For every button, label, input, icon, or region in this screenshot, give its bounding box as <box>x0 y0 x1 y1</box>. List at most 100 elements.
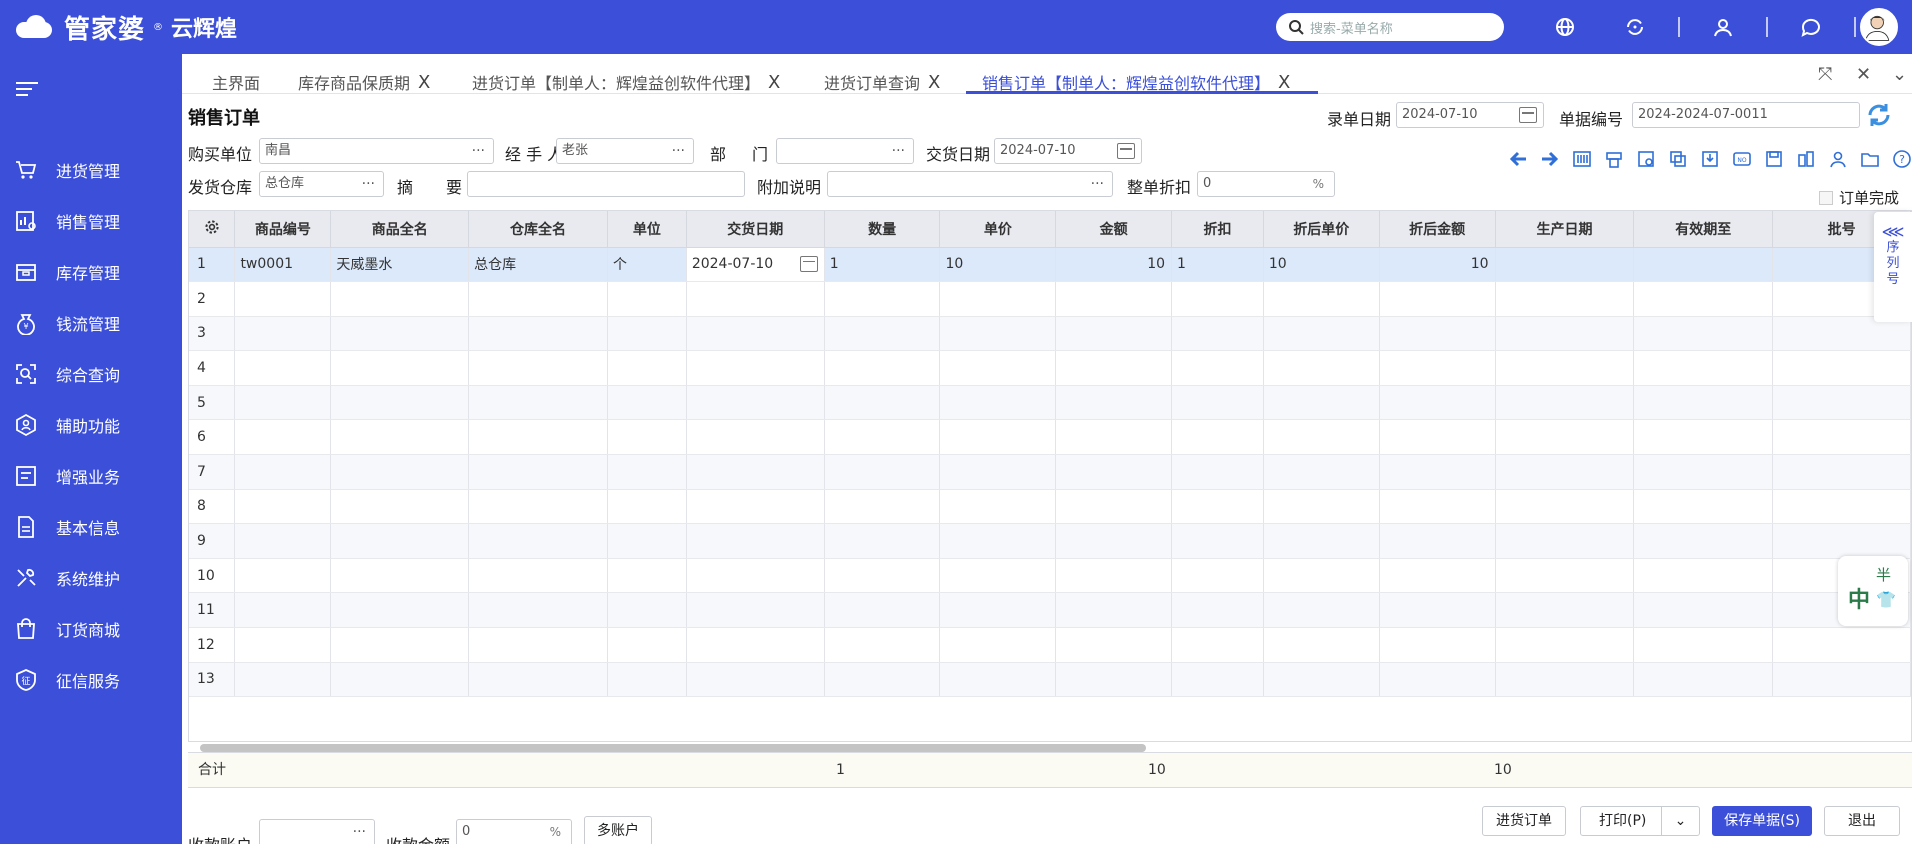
fullscreen-icon[interactable]: ⤧ <box>1818 64 1832 85</box>
checkbox-box[interactable] <box>1819 190 1833 205</box>
app-logo[interactable]: 管家婆 ® 云辉煌 <box>12 10 237 45</box>
ledger-icon[interactable] <box>1790 144 1822 174</box>
cell-name[interactable]: 天威墨水 <box>330 247 470 283</box>
account-field[interactable]: ··· <box>259 819 375 844</box>
tab-close-icon[interactable]: X <box>1278 72 1290 93</box>
copy-icon[interactable] <box>1662 144 1694 174</box>
doc-no-field[interactable]: 2024-2024-07-0011 <box>1632 102 1860 128</box>
user-service-icon[interactable] <box>1708 12 1738 42</box>
horizontal-scrollbar[interactable] <box>200 742 1900 752</box>
calendar-icon[interactable] <box>1519 107 1537 123</box>
scrollbar-thumb[interactable] <box>200 744 1146 752</box>
more-dots-icon[interactable]: ··· <box>472 139 485 163</box>
column-header[interactable]: 数量 <box>824 211 941 248</box>
sidebar-item-enhanced[interactable]: 增强业务 <box>0 450 182 501</box>
buyer-field[interactable]: 南昌 ··· <box>259 138 494 164</box>
cell-expiry-date[interactable] <box>1633 247 1774 283</box>
more-dots-icon[interactable]: ··· <box>353 820 366 844</box>
save-button[interactable]: 保存单据(S) <box>1712 806 1812 836</box>
entry-date-field[interactable]: 2024-07-10 <box>1396 102 1544 128</box>
tab-purchase-order[interactable]: 进货订单【制单人：辉煌益创软件代理】 X <box>472 70 780 94</box>
ime-widget[interactable]: 中 半 👕 <box>1838 556 1908 626</box>
column-header[interactable]: 交货日期 <box>686 211 825 248</box>
cell-discount-price[interactable]: 10 <box>1263 247 1380 283</box>
column-header[interactable]: 折后金额 <box>1379 211 1496 248</box>
sidebar-item-cashflow[interactable]: ¥ 钱流管理 <box>0 297 182 348</box>
summary-field[interactable] <box>467 171 745 197</box>
import-icon[interactable] <box>1694 144 1726 174</box>
sidebar-item-mall[interactable]: 订货商城 <box>0 603 182 654</box>
table-row[interactable]: 6 <box>189 419 1911 456</box>
column-settings-gear-icon[interactable] <box>189 211 236 248</box>
cell-warehouse[interactable]: 总仓库 <box>468 247 608 283</box>
column-header[interactable]: 折扣 <box>1171 211 1264 248</box>
sidebar-item-query[interactable]: 综合查询 <box>0 348 182 399</box>
table-row[interactable]: 13 <box>189 662 1911 698</box>
save-disk-icon[interactable] <box>1758 144 1790 174</box>
cell-discount[interactable]: 1 <box>1171 247 1264 283</box>
help-icon[interactable]: ? <box>1886 144 1912 174</box>
sidebar-item-purchase[interactable]: 进货管理 <box>0 144 182 195</box>
ime-mode-chinese[interactable]: 中 <box>1848 582 1870 614</box>
table-row[interactable]: 9 <box>189 523 1911 559</box>
settings-doc-icon[interactable] <box>1630 144 1662 174</box>
refresh-icon[interactable] <box>1864 100 1894 130</box>
purchase-order-button[interactable]: 进货订单 <box>1482 806 1566 836</box>
table-row[interactable]: 4 <box>189 350 1911 386</box>
column-header[interactable]: 商品编号 <box>234 211 332 248</box>
dept-field[interactable]: ··· <box>776 138 914 164</box>
tab-close-icon[interactable]: X <box>768 72 780 93</box>
ime-mode-half-width[interactable]: 半 <box>1876 564 1891 585</box>
handler-field[interactable]: 老张 ··· <box>556 138 694 164</box>
more-dots-icon[interactable]: ··· <box>1091 172 1104 196</box>
sidebar-item-inventory[interactable]: 库存管理 <box>0 246 182 297</box>
cell-qty[interactable]: 1 <box>824 247 941 283</box>
print-button[interactable]: 打印(P) ⌄ <box>1580 806 1700 836</box>
arrow-left-icon[interactable] <box>1502 144 1534 174</box>
menu-search-input[interactable]: 搜索-菜单名称 <box>1276 13 1504 41</box>
more-dots-icon[interactable]: ··· <box>362 172 375 196</box>
column-header[interactable]: 金额 <box>1055 211 1173 248</box>
column-header[interactable]: 生产日期 <box>1495 211 1635 248</box>
table-row[interactable]: 12 <box>189 627 1911 663</box>
column-header[interactable]: 单位 <box>607 211 687 248</box>
warehouse-field[interactable]: 总仓库 ··· <box>259 171 384 197</box>
order-complete-checkbox[interactable]: 订单完成 <box>1819 187 1899 208</box>
extra-field[interactable]: ··· <box>827 171 1113 197</box>
calendar-icon[interactable] <box>1117 143 1135 159</box>
cell-amount[interactable]: 10 <box>1055 247 1173 283</box>
cell-code[interactable]: tw0001 <box>234 247 332 283</box>
printer-icon[interactable] <box>1598 144 1630 174</box>
tab-inventory-expiry[interactable]: 库存商品保质期 X <box>298 70 430 94</box>
chevron-down-icon[interactable]: ⌄ <box>1661 807 1699 835</box>
cell-unit[interactable]: 个 <box>607 247 687 283</box>
sidebar-item-sales[interactable]: 销售管理 <box>0 195 182 246</box>
column-header[interactable]: 商品全名 <box>330 211 470 248</box>
chat-message-icon[interactable] <box>1796 12 1826 42</box>
person-icon[interactable] <box>1822 144 1854 174</box>
close-window-icon[interactable]: ✕ <box>1856 64 1871 85</box>
table-row[interactable]: 1 tw0001 天威墨水 总仓库 个 2024-07-10 1 10 10 1… <box>189 247 1911 283</box>
more-dots-icon[interactable]: ··· <box>672 139 685 163</box>
table-row[interactable]: 2 <box>189 281 1911 317</box>
column-header[interactable]: 有效期至 <box>1633 211 1774 248</box>
more-dots-icon[interactable]: ··· <box>892 139 905 163</box>
column-header[interactable]: 折后单价 <box>1263 211 1380 248</box>
tab-close-icon[interactable]: X <box>928 72 940 93</box>
sidebar-item-assist[interactable]: 辅助功能 <box>0 399 182 450</box>
exit-button[interactable]: 退出 <box>1824 806 1900 836</box>
column-header[interactable]: 仓库全名 <box>468 211 608 248</box>
discount-field[interactable]: 0% <box>1197 171 1335 197</box>
table-row[interactable]: 11 <box>189 592 1911 629</box>
tab-close-icon[interactable]: X <box>418 72 430 93</box>
cell-delivery-date[interactable]: 2024-07-10 <box>686 247 825 283</box>
serial-number-side-tab[interactable]: ⋘ 序 列 号 <box>1874 212 1912 322</box>
column-header[interactable]: 单价 <box>939 211 1057 248</box>
delivery-date-field[interactable]: 2024-07-10 <box>994 138 1142 164</box>
folder-icon[interactable] <box>1854 144 1886 174</box>
table-row[interactable]: 8 <box>189 489 1911 525</box>
table-row[interactable]: 5 <box>189 385 1911 421</box>
user-avatar[interactable] <box>1860 8 1898 46</box>
cell-price[interactable]: 10 <box>939 247 1057 283</box>
calendar-icon[interactable] <box>799 255 818 272</box>
